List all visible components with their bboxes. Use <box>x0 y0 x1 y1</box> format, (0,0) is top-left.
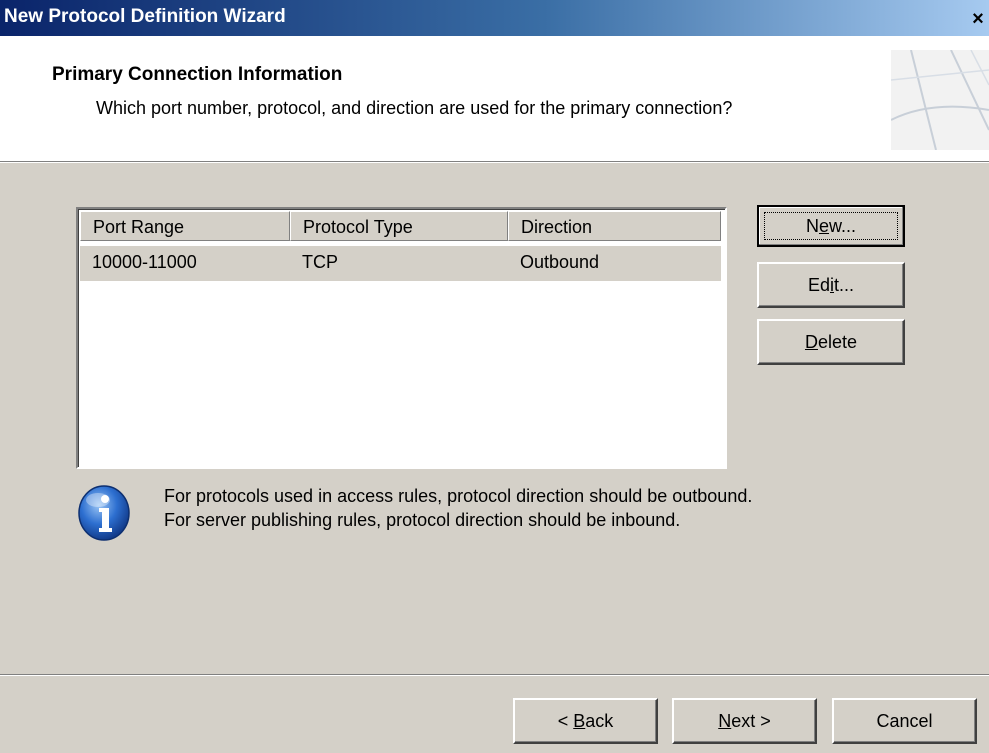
header-divider-highlight <box>0 162 989 163</box>
focus-indicator <box>764 212 898 240</box>
list-item[interactable]: 10000-11000 TCP Outbound <box>80 246 721 281</box>
column-header-protocol-type[interactable]: Protocol Type <box>290 211 508 241</box>
new-button[interactable]: New... <box>757 205 905 247</box>
cancel-button[interactable]: Cancel <box>832 698 977 744</box>
column-header-direction[interactable]: Direction <box>508 211 721 241</box>
cell-port-range: 10000-11000 <box>92 252 197 272</box>
info-line-publishing-rules: For server publishing rules, protocol di… <box>164 510 681 530</box>
window-title: New Protocol Definition Wizard <box>4 6 286 27</box>
next-button[interactable]: Next > <box>672 698 817 744</box>
close-icon: × <box>972 8 984 30</box>
cancel-button-label: Cancel <box>876 711 933 731</box>
edit-button-label: Edit... <box>807 275 855 295</box>
delete-button[interactable]: Delete <box>757 319 905 365</box>
info-line-access-rules: For protocols used in access rules, prot… <box>164 486 753 506</box>
title-bar: New Protocol Definition Wizard × <box>0 0 989 36</box>
delete-button-label: Delete <box>804 332 858 352</box>
cell-protocol-type: TCP <box>302 252 338 272</box>
page-subtitle: Which port number, protocol, and directi… <box>96 98 733 118</box>
edit-button[interactable]: Edit... <box>757 262 905 308</box>
page-title: Primary Connection Information <box>52 64 343 85</box>
column-header-port-range[interactable]: Port Range <box>80 211 290 241</box>
info-icon <box>78 485 130 541</box>
wizard-header: Primary Connection Information Which por… <box>0 36 989 161</box>
list-header: Port Range Protocol Type Direction <box>80 211 721 243</box>
cell-direction: Outbound <box>520 252 600 272</box>
footer-divider-highlight <box>0 675 989 676</box>
back-button-label: < Back <box>557 711 614 731</box>
wizard-banner-graphic <box>891 50 989 150</box>
next-button-label: Next > <box>718 711 771 731</box>
back-button[interactable]: < Back <box>513 698 658 744</box>
close-button[interactable]: × <box>967 8 989 30</box>
connection-list[interactable]: Port Range Protocol Type Direction 10000… <box>76 207 727 469</box>
info-message: For protocols used in access rules, prot… <box>164 484 752 532</box>
